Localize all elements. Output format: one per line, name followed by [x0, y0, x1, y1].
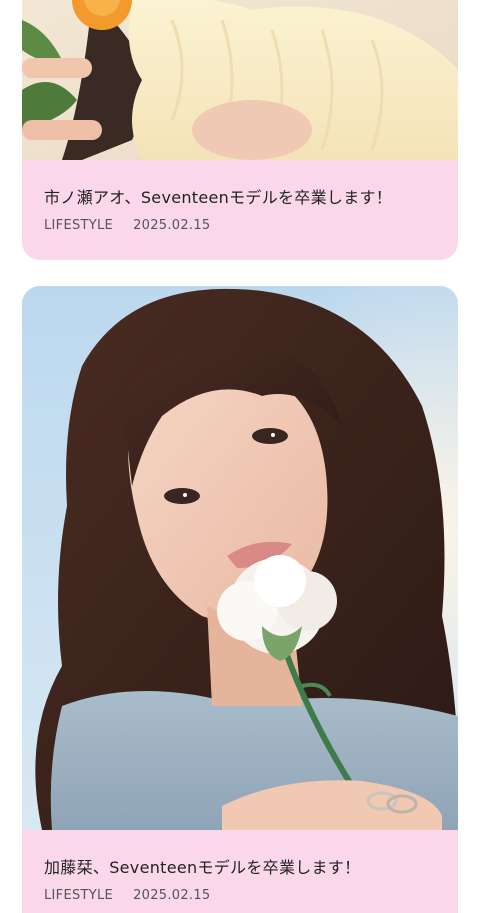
- article-photo-image: [22, 286, 458, 830]
- article-card[interactable]: 市ノ瀬アオ、Seventeenモデルを卒業します！ LIFESTYLE 2025.…: [22, 0, 458, 260]
- article-date: 2025.02.15: [133, 218, 211, 233]
- article-meta: LIFESTYLE 2025.02.15: [44, 888, 211, 903]
- article-photo[interactable]: [22, 286, 458, 830]
- article-date: 2025.02.15: [133, 888, 211, 903]
- article-title[interactable]: 市ノ瀬アオ、Seventeenモデルを卒業します！: [44, 184, 392, 208]
- article-category[interactable]: LIFESTYLE: [44, 218, 113, 233]
- article-card[interactable]: 加藤栞、Seventeenモデルを卒業します！ LIFESTYLE 2025.02…: [22, 286, 458, 913]
- article-category[interactable]: LIFESTYLE: [44, 888, 113, 903]
- article-feed: 市ノ瀬アオ、Seventeenモデルを卒業します！ LIFESTYLE 2025.…: [0, 0, 480, 913]
- article-meta: LIFESTYLE 2025.02.15: [44, 218, 211, 233]
- article-photo[interactable]: [22, 0, 458, 160]
- article-title[interactable]: 加藤栞、Seventeenモデルを卒業します！: [44, 854, 360, 878]
- article-photo-image: [22, 0, 458, 160]
